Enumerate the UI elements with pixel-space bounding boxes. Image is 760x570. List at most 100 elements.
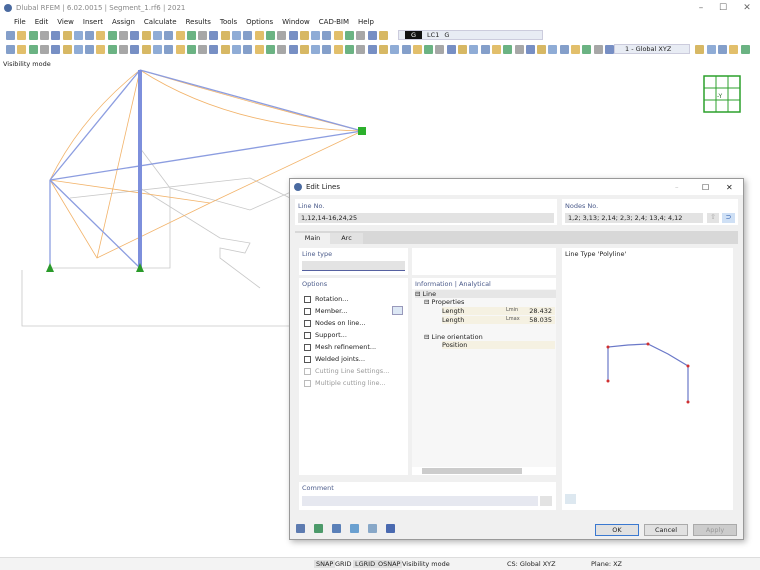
units-icon[interactable] — [314, 524, 323, 533]
menu-tools[interactable]: Tools — [220, 18, 237, 26]
toolbar-button-icon[interactable] — [255, 45, 264, 54]
toolbar-button-icon[interactable] — [289, 31, 298, 40]
member-checkbox[interactable]: Member... — [304, 307, 347, 315]
tab-main[interactable]: Main — [295, 233, 330, 244]
toolbar-button-icon[interactable] — [334, 31, 343, 40]
view-cube[interactable]: -Y — [704, 76, 740, 112]
tree-line-orientation[interactable]: ⊟ Line orientation — [424, 333, 549, 341]
toolbar-button-icon[interactable] — [130, 31, 139, 40]
toolbar-button-icon[interactable] — [29, 31, 38, 40]
toolbar-button-icon[interactable] — [96, 45, 105, 54]
toolbar-button-icon[interactable] — [187, 31, 196, 40]
toolbar-button-icon[interactable] — [379, 45, 388, 54]
toolbar-button-icon[interactable] — [537, 45, 546, 54]
toolbar-button-icon[interactable] — [221, 45, 230, 54]
menu-file[interactable]: File — [14, 18, 26, 26]
toolbar-button-icon[interactable] — [51, 31, 60, 40]
toolbar-button-icon[interactable] — [266, 45, 275, 54]
support-checkbox[interactable]: Support... — [304, 331, 347, 339]
toolbar-button-icon[interactable] — [108, 31, 117, 40]
nodes-on-line-checkbox[interactable]: Nodes on line... — [304, 319, 366, 327]
toolbar-button-icon[interactable] — [255, 31, 264, 40]
close-button[interactable]: ✕ — [736, 0, 758, 16]
dialog-minimize-button[interactable]: – — [675, 183, 679, 191]
toolbar-button-icon[interactable] — [209, 45, 218, 54]
toolbar-button-icon[interactable] — [277, 31, 286, 40]
toolbar-button-icon[interactable] — [232, 31, 241, 40]
toolbar-button-icon[interactable] — [164, 45, 173, 54]
toolbar-button-icon[interactable] — [345, 31, 354, 40]
toolbar-button-icon[interactable] — [85, 45, 94, 54]
toolbar-button-icon[interactable] — [243, 31, 252, 40]
toolbar-button-icon[interactable] — [108, 45, 117, 54]
toolbar-button-icon[interactable] — [142, 31, 151, 40]
toolbar-button-icon[interactable] — [368, 45, 377, 54]
toolbar-button-icon[interactable] — [695, 45, 704, 54]
status-grid[interactable]: GRID — [335, 560, 351, 568]
toolbar-button-icon[interactable] — [153, 31, 162, 40]
toolbar-button-icon[interactable] — [17, 45, 26, 54]
toolbar-button-icon[interactable] — [119, 45, 128, 54]
toolbar-button-icon[interactable] — [582, 45, 591, 54]
status-snap[interactable]: SNAP — [314, 560, 335, 568]
toolbar-button-icon[interactable] — [334, 45, 343, 54]
toolbar-button-icon[interactable] — [481, 45, 490, 54]
search-icon[interactable] — [296, 524, 305, 533]
toolbar-button-icon[interactable] — [300, 31, 309, 40]
toolbar-button-icon[interactable] — [300, 45, 309, 54]
toolbar-button-icon[interactable] — [322, 31, 331, 40]
toolbar-button-icon[interactable] — [119, 31, 128, 40]
status-lgrid[interactable]: LGRID — [353, 560, 377, 568]
toolbar-button-icon[interactable] — [130, 45, 139, 54]
toolbar-button-icon[interactable] — [63, 45, 72, 54]
toolbar-button-icon[interactable] — [526, 45, 535, 54]
tree-line[interactable]: ⊟ Line — [415, 290, 556, 298]
selected-node[interactable] — [358, 127, 366, 135]
tab-arc[interactable]: Arc — [330, 233, 363, 244]
toolbar-button-icon[interactable] — [74, 45, 83, 54]
status-osnap[interactable]: OSNAP — [376, 560, 402, 568]
tree-properties[interactable]: ⊟ Properties — [424, 298, 549, 306]
maximize-button[interactable]: ☐ — [712, 0, 734, 16]
toolbar-button-icon[interactable] — [390, 45, 399, 54]
toolbar-button-icon[interactable] — [707, 45, 716, 54]
menu-assign[interactable]: Assign — [112, 18, 135, 26]
toolbar-button-icon[interactable] — [605, 45, 614, 54]
toolbar-button-icon[interactable] — [379, 31, 388, 40]
menu-help[interactable]: Help — [358, 18, 374, 26]
toolbar-button-icon[interactable] — [492, 45, 501, 54]
toolbar-button-icon[interactable] — [266, 31, 275, 40]
toolbar-button-icon[interactable] — [63, 31, 72, 40]
info-icon[interactable] — [368, 524, 377, 533]
toolbar-button-icon[interactable] — [356, 45, 365, 54]
toolbar-button-icon[interactable] — [289, 45, 298, 54]
comment-input[interactable] — [302, 496, 538, 506]
menu-results[interactable]: Results — [186, 18, 211, 26]
toolbar-button-icon[interactable] — [164, 31, 173, 40]
toolbar-button-icon[interactable] — [209, 31, 218, 40]
toolbar-button-icon[interactable] — [176, 45, 185, 54]
preview-settings-icon[interactable] — [565, 494, 576, 504]
toolbar-button-icon[interactable] — [85, 31, 94, 40]
menu-window[interactable]: Window — [282, 18, 310, 26]
toolbar-button-icon[interactable] — [176, 31, 185, 40]
toolbar-button-icon[interactable] — [729, 45, 738, 54]
menu-view[interactable]: View — [57, 18, 74, 26]
status-visibility-mode[interactable]: Visibility mode — [402, 560, 450, 568]
toolbar-button-icon[interactable] — [560, 45, 569, 54]
line-type-select[interactable] — [302, 261, 405, 271]
load-case-select[interactable]: G LC1 G — [398, 30, 543, 40]
menu-insert[interactable]: Insert — [83, 18, 103, 26]
toolbar-button-icon[interactable] — [741, 45, 750, 54]
cancel-button[interactable]: Cancel — [644, 524, 688, 536]
toolbar-button-icon[interactable] — [368, 31, 377, 40]
menu-calculate[interactable]: Calculate — [144, 18, 177, 26]
toolbar-button-icon[interactable] — [40, 45, 49, 54]
toolbar-button-icon[interactable] — [515, 45, 524, 54]
dialog-maximize-button[interactable]: ☐ — [702, 183, 709, 192]
menu-options[interactable]: Options — [246, 18, 273, 26]
comment-library-button[interactable] — [540, 496, 552, 506]
table-icon[interactable] — [332, 524, 341, 533]
toolbar-button-icon[interactable] — [435, 45, 444, 54]
ok-button[interactable]: OK — [595, 524, 639, 536]
